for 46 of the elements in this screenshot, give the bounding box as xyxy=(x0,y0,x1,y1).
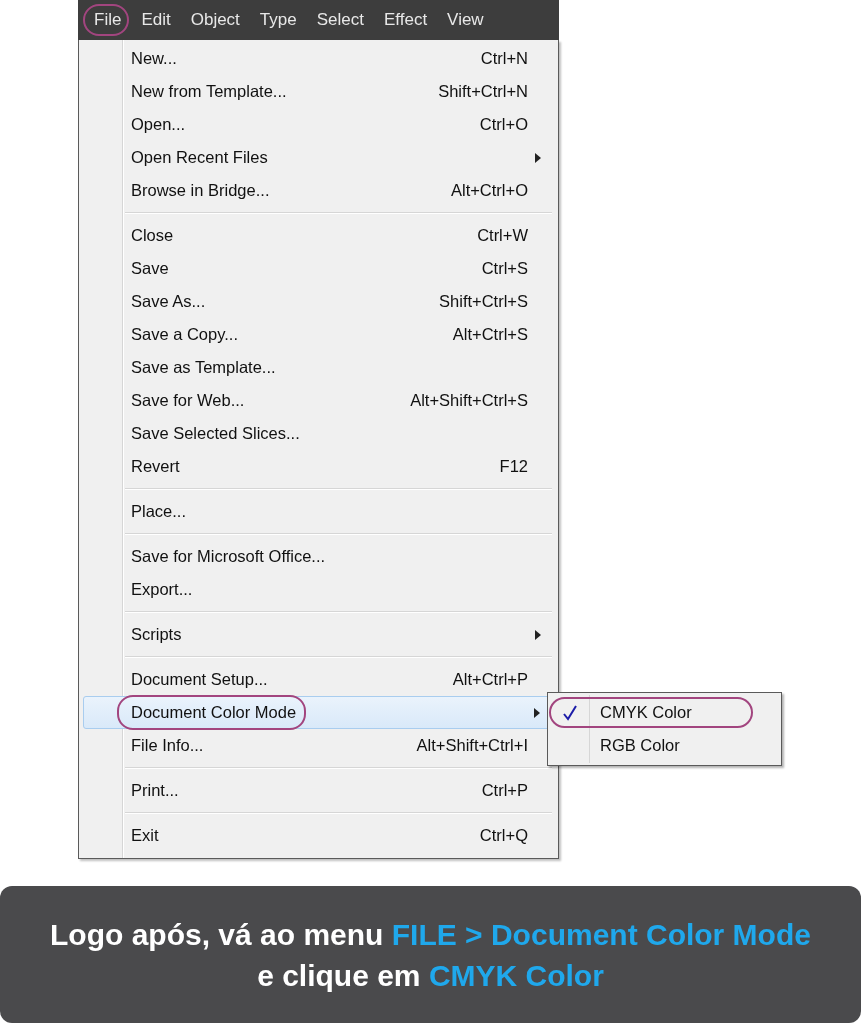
shortcut-label: Alt+Ctrl+S xyxy=(452,325,528,344)
shortcut-label: Ctrl+N xyxy=(480,49,528,68)
menu-item[interactable]: Save As... xyxy=(131,292,206,311)
shortcut-label: Ctrl+W xyxy=(477,226,528,245)
menu-item[interactable]: New from Template... xyxy=(131,82,287,101)
shortcut-label: Shift+Ctrl+S xyxy=(439,292,528,311)
shortcut-label: Alt+Ctrl+P xyxy=(452,670,528,689)
menu-item[interactable]: Exit xyxy=(131,826,159,845)
menu-item[interactable]: Document Color Mode xyxy=(131,703,297,722)
shortcut-label: Ctrl+Q xyxy=(479,826,528,845)
menu-item[interactable]: Save Selected Slices... xyxy=(131,424,300,443)
menu-item[interactable]: Place... xyxy=(131,502,187,521)
menu-bar-item[interactable]: View xyxy=(437,7,494,33)
menu-bar-item[interactable]: File xyxy=(84,7,132,33)
shortcut-label: Alt+Ctrl+O xyxy=(450,181,528,200)
shortcut-label: F12 xyxy=(499,457,528,476)
menu-item[interactable]: Save for Web... xyxy=(131,391,245,410)
menu-item[interactable]: Save as Template... xyxy=(131,358,276,377)
instruction-text: Logo após, vá ao menu FILE > Document Color Mode e clique em CMYK Color xyxy=(50,916,811,994)
menu-item[interactable]: Document Setup... xyxy=(131,670,268,689)
shortcut-label: Shift+Ctrl+N xyxy=(438,82,528,101)
menu-item[interactable]: Print... xyxy=(131,781,179,800)
menu-bar-item[interactable]: Object xyxy=(180,7,250,33)
menu-item[interactable]: Close xyxy=(131,226,174,245)
menu-item[interactable]: Export... xyxy=(131,580,193,599)
menu-item[interactable]: New... xyxy=(131,49,177,68)
menu-item[interactable]: Browse in Bridge... xyxy=(131,181,270,200)
submenu-item[interactable]: RGB Color xyxy=(600,736,680,755)
menu-item[interactable]: Revert xyxy=(131,457,180,476)
shortcut-label: Alt+Shift+Ctrl+S xyxy=(410,391,528,410)
menu-item[interactable]: Open... xyxy=(131,115,186,134)
menu-item[interactable]: Open Recent Files xyxy=(131,148,268,167)
menu-bar-item[interactable]: Type xyxy=(249,7,307,33)
menu-bar-item[interactable]: Select xyxy=(306,7,374,33)
shortcut-label: Ctrl+S xyxy=(481,259,528,278)
submenu-item[interactable]: CMYK Color xyxy=(600,703,692,722)
menu-bar-item[interactable]: Effect xyxy=(373,7,438,33)
shortcut-label: Alt+Shift+Ctrl+I xyxy=(416,736,528,755)
shortcut-label: Ctrl+P xyxy=(481,781,528,800)
menu-item[interactable]: Save xyxy=(131,259,169,278)
menu-item[interactable]: Save a Copy... xyxy=(131,325,238,344)
menu-bar-item[interactable]: Edit xyxy=(131,7,181,33)
menu-item[interactable]: File Info... xyxy=(131,736,204,755)
shortcut-label: Ctrl+O xyxy=(479,115,528,134)
menu-item[interactable]: Save for Microsoft Office... xyxy=(131,547,326,566)
menu-item[interactable]: Scripts xyxy=(131,625,182,644)
